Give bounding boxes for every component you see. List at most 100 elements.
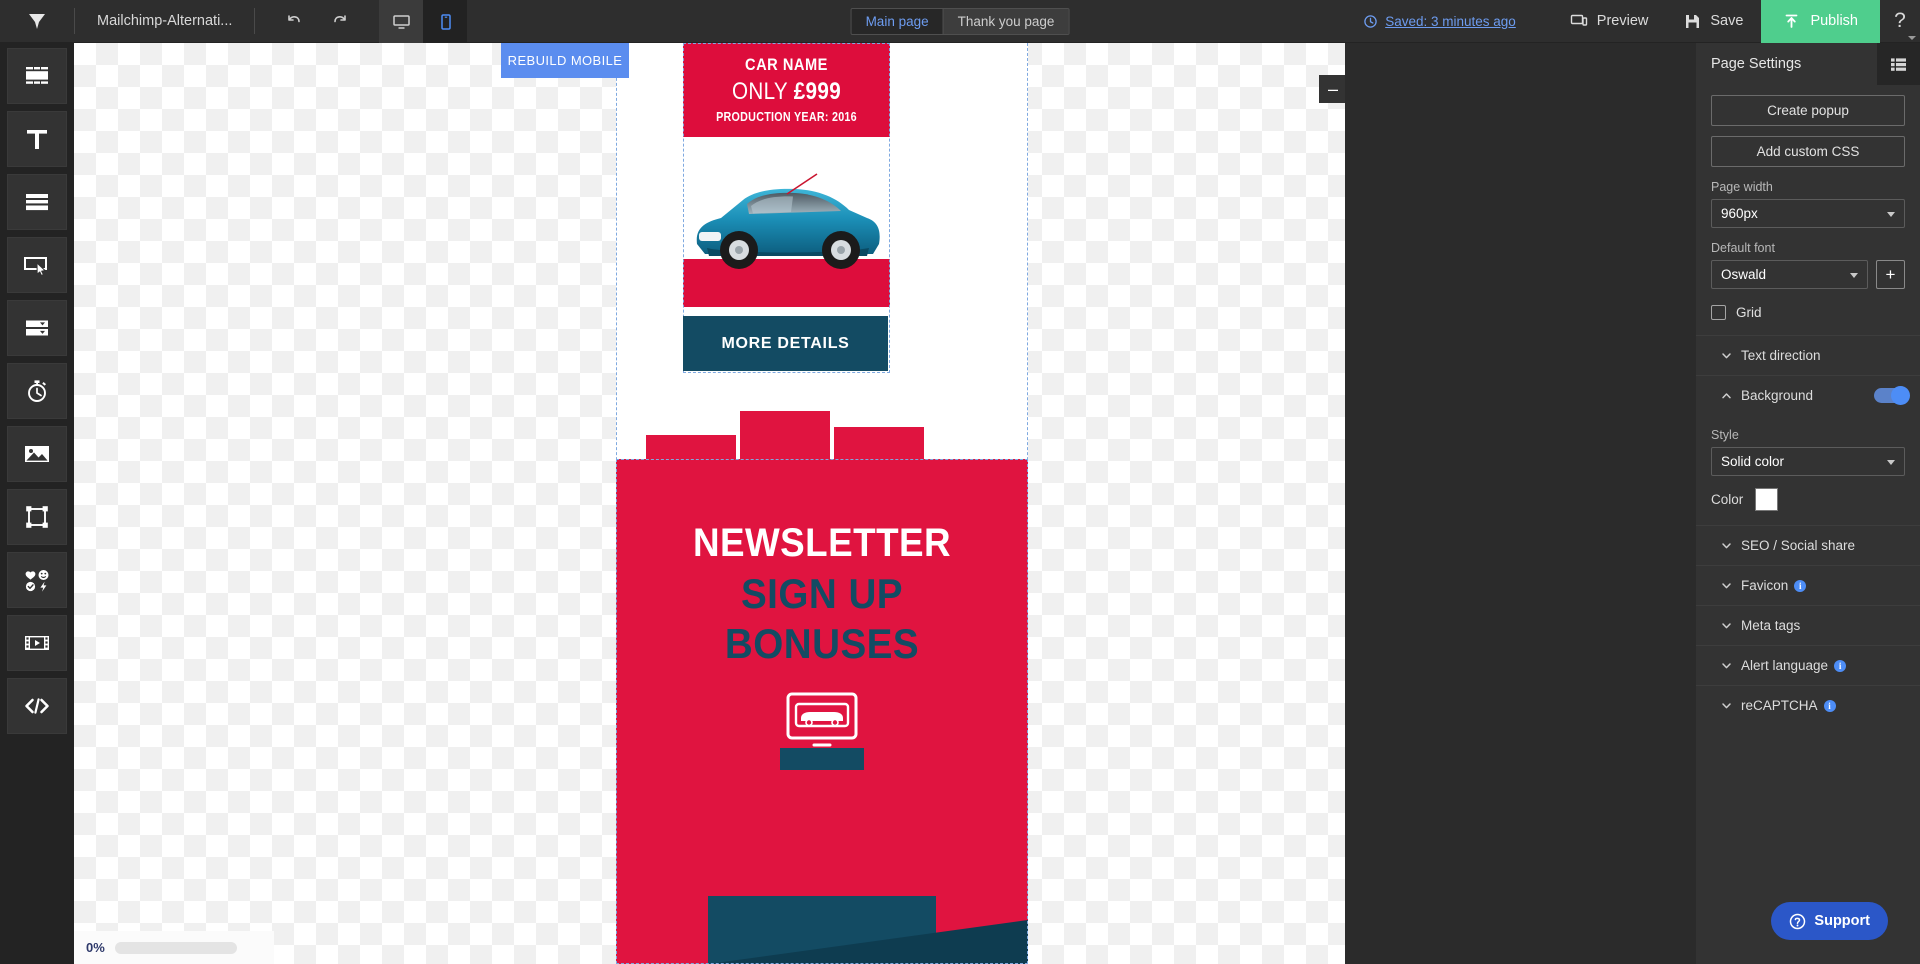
create-popup-button[interactable]: Create popup: [1711, 95, 1905, 126]
shape-frame-icon: [26, 506, 48, 528]
layers-list-button[interactable]: [1877, 43, 1920, 85]
top-toolbar: Mailchimp-Alternati... Main page Thank y…: [0, 0, 1920, 43]
section-meta-tags[interactable]: Meta tags: [1696, 605, 1920, 645]
section-label-text: reCAPTCHA: [1741, 698, 1818, 713]
background-style-select[interactable]: Solid color: [1711, 447, 1905, 476]
sidebar-item-shape[interactable]: [7, 489, 67, 545]
divider: [254, 8, 256, 34]
publish-label: Publish: [1810, 13, 1858, 29]
section-text-direction[interactable]: Text direction: [1696, 335, 1920, 375]
newsletter-selection-outline: [616, 459, 1028, 964]
editor-canvas[interactable]: REBUILD MOBILE – CAR NAME ONLY £999 PROD…: [74, 43, 1345, 964]
help-button[interactable]: ?: [1880, 0, 1920, 43]
default-font-value: Oswald: [1721, 267, 1767, 282]
section-label: Alert language i: [1741, 658, 1847, 673]
sidebar-item-dropdown[interactable]: [7, 300, 67, 356]
top-toolbar-actions: Saved: 3 minutes ago Preview Save Publis…: [1363, 0, 1920, 43]
background-color-swatch[interactable]: [1755, 488, 1779, 511]
zoom-slider[interactable]: [114, 941, 237, 954]
info-icon[interactable]: i: [1823, 699, 1836, 712]
dropdown-lists-icon: [26, 320, 48, 336]
background-color-row: Color: [1711, 488, 1905, 511]
section-label: Background: [1741, 388, 1814, 403]
publish-button[interactable]: Publish: [1761, 0, 1880, 43]
chevron-down-icon: [1887, 212, 1895, 217]
image-picture-icon: [25, 446, 49, 462]
section-background[interactable]: Background: [1696, 375, 1920, 415]
desktop-view-icon: [393, 14, 410, 29]
support-label: Support: [1814, 913, 1870, 929]
sidebar-item-image[interactable]: [7, 426, 67, 482]
form-rows-icon: [26, 194, 48, 211]
redo-button[interactable]: [319, 0, 361, 43]
grid-checkbox[interactable]: [1711, 305, 1726, 320]
left-toolbar: [0, 43, 74, 964]
preview-button[interactable]: Preview: [1552, 0, 1667, 43]
background-toggle[interactable]: [1874, 386, 1910, 405]
add-custom-css-button[interactable]: Add custom CSS: [1711, 136, 1905, 167]
chevron-down-icon: [1711, 579, 1741, 592]
sidebar-item-text[interactable]: [7, 111, 67, 167]
chevron-down-icon: [1711, 539, 1741, 552]
toggle-knob: [1891, 386, 1910, 405]
default-font-select[interactable]: Oswald: [1711, 260, 1868, 289]
sidebar-item-form[interactable]: [7, 174, 67, 230]
default-font-row: Oswald +: [1711, 260, 1905, 289]
section-label: Favicon i: [1741, 578, 1807, 593]
background-options: Style Solid color Color: [1696, 428, 1920, 511]
sidebar-item-code[interactable]: [7, 678, 67, 734]
chevron-down-icon: [1711, 699, 1741, 712]
grid-checkbox-row[interactable]: Grid: [1711, 305, 1905, 320]
mobile-view-icon: [441, 13, 451, 30]
section-alert-language[interactable]: Alert language i: [1696, 645, 1920, 685]
sidebar-item-blocks[interactable]: [7, 48, 67, 104]
tab-main-page[interactable]: Main page: [851, 8, 943, 34]
section-label-text: Favicon: [1741, 578, 1789, 593]
saved-status[interactable]: Saved: 3 minutes ago: [1363, 14, 1516, 29]
background-color-label: Color: [1711, 492, 1744, 507]
section-label: Text direction: [1741, 348, 1821, 363]
section-label-text: Alert language: [1741, 658, 1829, 673]
collapse-panel-button[interactable]: –: [1319, 75, 1345, 103]
info-icon[interactable]: i: [1834, 659, 1847, 672]
video-film-icon: [25, 636, 49, 650]
page-settings-panel: Page Settings Create popup Add custom CS…: [1696, 43, 1920, 964]
sidebar-item-widgets[interactable]: [7, 552, 67, 608]
chevron-down-icon: [1887, 460, 1895, 465]
desktop-view-button[interactable]: [379, 0, 424, 43]
editor-app: Mailchimp-Alternati... Main page Thank y…: [0, 0, 1920, 964]
undo-icon: [288, 15, 301, 23]
mobile-view-button[interactable]: [423, 0, 468, 43]
section-favicon[interactable]: Favicon i: [1696, 565, 1920, 605]
history-buttons: [273, 0, 361, 43]
sidebar-item-timer[interactable]: [7, 363, 67, 419]
publish-upload-icon: [1786, 14, 1798, 28]
page-width-select[interactable]: 960px: [1711, 199, 1905, 228]
chevron-down-icon: [1711, 619, 1741, 632]
sidebar-item-button[interactable]: [7, 237, 67, 293]
page-title: Page Settings: [1711, 56, 1802, 72]
section-label: SEO / Social share: [1741, 538, 1856, 553]
sidebar-item-video[interactable]: [7, 615, 67, 671]
document-title[interactable]: Mailchimp-Alternati...: [75, 13, 254, 29]
support-button[interactable]: Support: [1771, 902, 1888, 940]
layers-list-icon: [1891, 57, 1906, 71]
zoom-indicator[interactable]: 0%: [74, 931, 274, 964]
info-icon[interactable]: i: [1794, 579, 1807, 592]
rebuild-mobile-button[interactable]: REBUILD MOBILE: [501, 43, 629, 78]
add-font-button[interactable]: +: [1876, 260, 1905, 289]
tab-thank-you-page[interactable]: Thank you page: [942, 8, 1069, 34]
default-font-label: Default font: [1711, 241, 1775, 255]
undo-button[interactable]: [273, 0, 315, 43]
section-recaptcha[interactable]: reCAPTCHA i: [1696, 685, 1920, 725]
chevron-down-icon: [1850, 273, 1858, 278]
save-button[interactable]: Save: [1666, 0, 1761, 43]
redo-icon: [334, 15, 347, 23]
background-style-value: Solid color: [1721, 454, 1785, 469]
section-seo-social-share[interactable]: SEO / Social share: [1696, 525, 1920, 565]
more-details-button[interactable]: MORE DETAILS: [683, 316, 888, 371]
text-t-icon: [27, 130, 47, 149]
floppy-disk-icon: [1686, 14, 1700, 28]
brand-logo-button[interactable]: [0, 0, 74, 43]
